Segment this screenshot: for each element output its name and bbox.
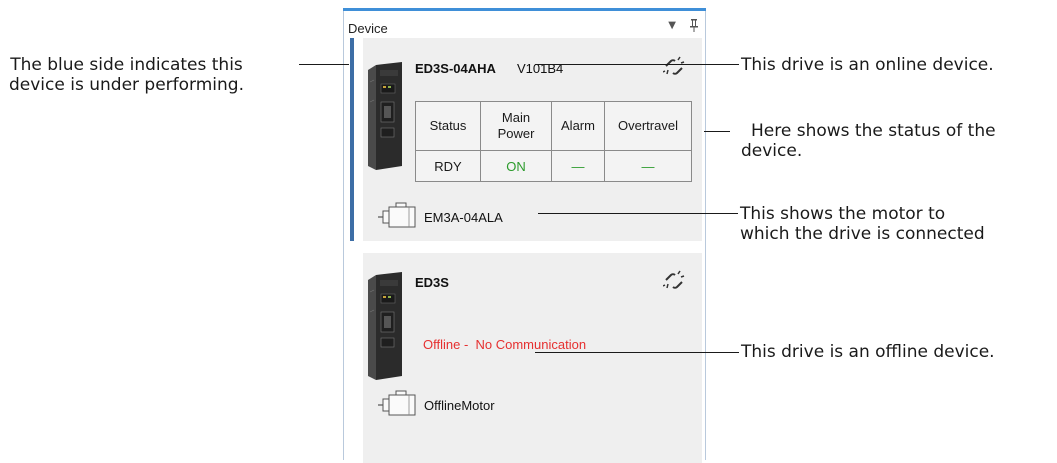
callout-blue-side: The blue side indicates this device is u… xyxy=(9,55,244,95)
panel-title: Device xyxy=(348,21,388,36)
device-card-online[interactable]: ED3S-04AHA V101B4 Status Main Power Alar… xyxy=(363,38,702,241)
drive-model: ED3S xyxy=(415,275,449,290)
motor-icon xyxy=(378,390,416,416)
leader-blue-side xyxy=(299,64,349,65)
leader-motor xyxy=(538,213,738,214)
servo-drive-image xyxy=(368,62,402,170)
pin-icon[interactable] xyxy=(689,19,699,32)
dropdown-icon[interactable]: ▼ xyxy=(668,20,676,31)
main-power-header: Main Power xyxy=(480,101,552,151)
leader-status xyxy=(704,131,730,132)
callout-offline: This drive is an offline device. xyxy=(741,342,995,362)
motor-icon xyxy=(378,202,416,228)
callout-motor: This shows the motor to which the drive … xyxy=(740,204,985,244)
link-broken-icon[interactable] xyxy=(663,56,685,78)
link-broken-icon[interactable] xyxy=(663,270,685,292)
leader-offline xyxy=(535,352,739,353)
device-card-offline[interactable]: ED3S Offline - No Communication OfflineM… xyxy=(363,253,702,463)
active-device-indicator xyxy=(350,38,354,241)
status-header: Status xyxy=(415,101,481,151)
main-power-value: ON xyxy=(480,150,552,182)
alarm-value: — xyxy=(551,150,605,182)
panel-header: Device ▼ xyxy=(344,11,705,38)
device-status-table: Status Main Power Alarm Overtravel RDY O… xyxy=(415,101,692,182)
drive-model: ED3S-04AHA xyxy=(415,61,496,76)
alarm-header: Alarm xyxy=(551,101,605,151)
callout-status: Here shows the status of the device. xyxy=(741,121,996,161)
leader-online xyxy=(535,64,739,65)
callout-online: This drive is an online device. xyxy=(741,55,994,75)
motor-model: EM3A-04ALA xyxy=(424,210,503,225)
motor-model: OfflineMotor xyxy=(424,398,495,413)
overtravel-header: Overtravel xyxy=(604,101,692,151)
status-value: RDY xyxy=(415,150,481,182)
overtravel-value: — xyxy=(604,150,692,182)
servo-drive-image xyxy=(368,272,402,380)
device-panel: Device ▼ ED3S-04AHA V101B4 Status Main P… xyxy=(343,8,706,463)
connection-status: Offline - No Communication xyxy=(423,337,587,352)
